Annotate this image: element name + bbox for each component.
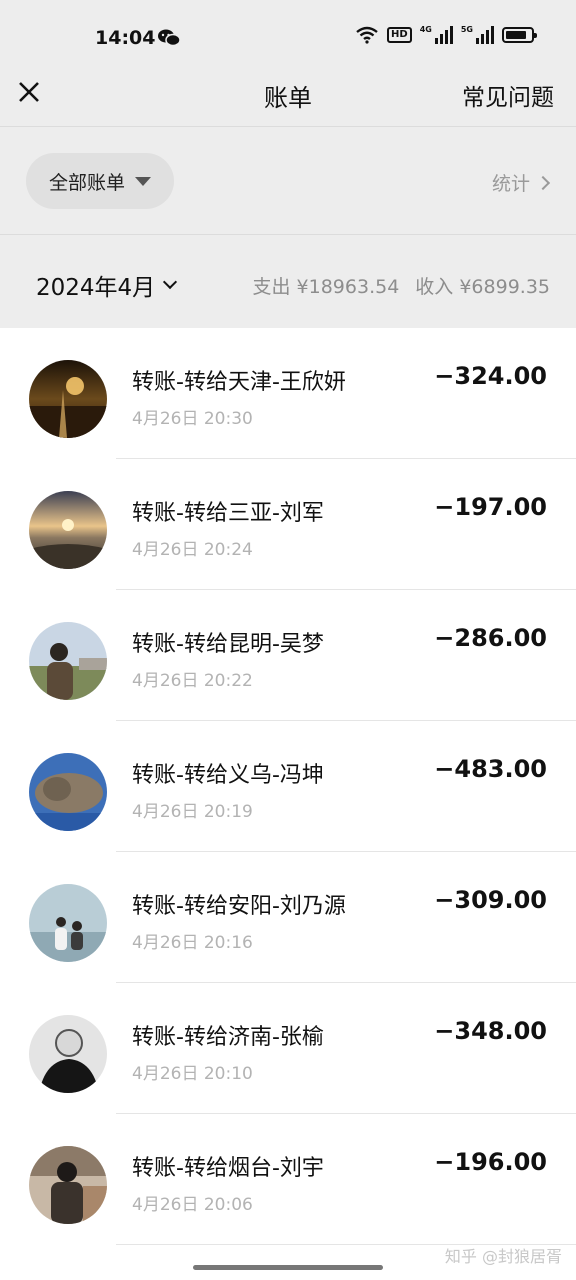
status-icons: HD 4G 5G: [355, 26, 537, 44]
transaction-list: 转账-转给天津-王欣妍 4月26日 20:30 −324.00 转账-转给三亚-…: [0, 328, 576, 1252]
caret-down-icon: [135, 176, 151, 186]
avatar: [29, 622, 107, 700]
transaction-title: 转账-转给义乌-冯坤: [132, 763, 324, 788]
month-label: 2024年4月: [36, 275, 156, 301]
transaction-time: 4月26日 20:19: [132, 802, 253, 822]
transaction-amount: −483.00: [434, 755, 547, 783]
signal-4g-icon: 4G: [420, 26, 453, 44]
avatar: [29, 360, 107, 438]
chevron-right-icon: [535, 175, 551, 190]
month-summary: 支出 ¥18963.54 收入 ¥6899.35: [253, 272, 551, 299]
all-bills-label: 全部账单: [48, 171, 125, 194]
month-row: 2024年4月 支出 ¥18963.54 收入 ¥6899.35: [0, 234, 576, 328]
expense-total: 支出 ¥18963.54: [252, 276, 400, 298]
avatar: [29, 491, 107, 569]
filter-row: 全部账单 统计: [0, 126, 576, 234]
hd-badge: HD: [387, 27, 412, 43]
transaction-row[interactable]: 转账-转给昆明-吴梦 4月26日 20:22 −286.00: [0, 590, 576, 721]
battery-icon: [502, 27, 537, 43]
transaction-row[interactable]: 转账-转给济南-张榆 4月26日 20:10 −348.00: [0, 983, 576, 1114]
transaction-time: 4月26日 20:10: [132, 1064, 253, 1084]
transaction-amount: −348.00: [434, 1017, 547, 1045]
home-indicator[interactable]: [193, 1265, 383, 1270]
transaction-amount: −197.00: [434, 493, 547, 521]
signal-4g-label: 4G: [419, 25, 432, 34]
transaction-title: 转账-转给昆明-吴梦: [132, 632, 324, 657]
transaction-row[interactable]: 转账-转给烟台-刘宇 4月26日 20:06 −196.00: [0, 1114, 576, 1245]
transaction-time: 4月26日 20:22: [132, 671, 253, 691]
transaction-row[interactable]: 转账-转给安阳-刘乃源 4月26日 20:16 −309.00: [0, 852, 576, 983]
stats-link[interactable]: 统计: [491, 169, 551, 196]
wechat-icon: [158, 29, 180, 47]
status-time: 14:04: [95, 27, 156, 49]
transaction-time: 4月26日 20:30: [132, 409, 253, 429]
avatar: [29, 1015, 107, 1093]
wifi-icon: [356, 26, 378, 44]
transaction-amount: −196.00: [434, 1148, 547, 1176]
avatar: [29, 1146, 107, 1224]
transaction-amount: −324.00: [434, 362, 547, 390]
transaction-title: 转账-转给三亚-刘军: [132, 501, 324, 526]
stats-label: 统计: [491, 173, 530, 195]
month-picker[interactable]: 2024年4月: [36, 268, 178, 302]
transaction-title: 转账-转给天津-王欣妍: [132, 370, 346, 395]
transaction-time: 4月26日 20:16: [132, 933, 253, 953]
signal-5g-label: 5G: [460, 25, 473, 34]
watermark: 知乎 @封狼居胥: [444, 1247, 562, 1266]
signal-5g-icon: 5G: [461, 26, 494, 44]
transaction-title: 转账-转给济南-张榆: [132, 1025, 324, 1050]
transaction-row[interactable]: 转账-转给三亚-刘军 4月26日 20:24 −197.00: [0, 459, 576, 590]
close-icon[interactable]: [16, 79, 42, 105]
transaction-amount: −309.00: [434, 886, 547, 914]
transaction-row[interactable]: 转账-转给义乌-冯坤 4月26日 20:19 −483.00: [0, 721, 576, 852]
transaction-row[interactable]: 转账-转给天津-王欣妍 4月26日 20:30 −324.00: [0, 328, 576, 459]
transaction-title: 转账-转给烟台-刘宇: [132, 1156, 324, 1181]
income-total: 收入 ¥6899.35: [415, 276, 550, 298]
nav-bar: 账单 常见问题: [0, 60, 576, 126]
chevron-down-icon: [163, 274, 178, 290]
avatar: [29, 753, 107, 831]
transaction-title: 转账-转给安阳-刘乃源: [132, 894, 346, 919]
all-bills-filter-button[interactable]: 全部账单: [26, 153, 174, 209]
transaction-time: 4月26日 20:06: [132, 1195, 253, 1215]
transaction-amount: −286.00: [434, 624, 547, 652]
avatar: [29, 884, 107, 962]
faq-link[interactable]: 常见问题: [462, 78, 554, 112]
transaction-time: 4月26日 20:24: [132, 540, 253, 560]
